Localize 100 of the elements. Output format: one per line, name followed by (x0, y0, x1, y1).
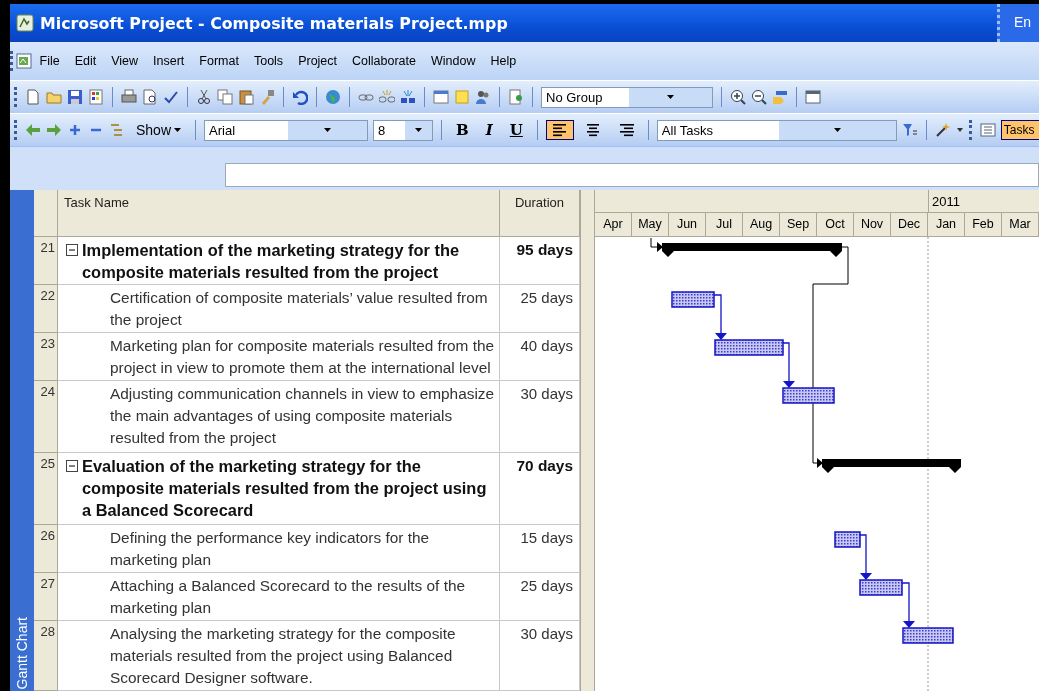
row-number: 24 (40, 384, 55, 399)
task-bar[interactable] (902, 627, 954, 644)
timescale-month: May (638, 217, 662, 231)
broken-link-icon[interactable] (379, 89, 395, 105)
timescale-year: 2011 (931, 193, 960, 211)
timescale-month: Sep (786, 217, 810, 231)
view-bar-label[interactable]: Gantt Chart (14, 616, 30, 691)
document-grid-icon[interactable] (88, 89, 104, 105)
bold-button[interactable]: B (450, 119, 475, 141)
row-number: 23 (40, 336, 55, 351)
tasks-button[interactable]: Tasks (1000, 120, 1039, 140)
menu-item[interactable]: Edit (67, 51, 104, 71)
collapse-icon[interactable] (66, 244, 78, 256)
app-icon[interactable] (16, 14, 34, 32)
underline-button[interactable]: U (503, 119, 529, 141)
zoom-out-icon[interactable] (751, 89, 767, 105)
timescale-month: Jul (716, 217, 732, 231)
left-arrow-icon[interactable] (25, 122, 41, 138)
filter-icon[interactable] (901, 122, 918, 138)
language-button[interactable]: En (996, 4, 1039, 42)
wand-icon[interactable] (934, 122, 951, 138)
duration-cell: 70 days (516, 457, 573, 474)
menu-item[interactable]: Format (191, 51, 247, 71)
task-name: Certification of composite materials’ value resulted from the project (110, 288, 489, 330)
show-button[interactable]: Show (130, 120, 188, 140)
window-icon[interactable] (805, 89, 821, 105)
menu-item[interactable]: Help (482, 51, 524, 71)
duration-cell: 30 days (520, 385, 573, 402)
menu-item[interactable]: Window (423, 51, 483, 71)
undo-icon[interactable] (292, 89, 308, 105)
timescale-month: Dec (897, 217, 921, 231)
right-arrow-icon[interactable] (46, 122, 62, 138)
save-icon[interactable] (67, 89, 83, 105)
column-header[interactable]: Task Name (64, 195, 130, 210)
menu-item[interactable]: View (103, 51, 146, 71)
row-number: 22 (40, 288, 55, 303)
task-name: Defining the performance key indicators for the marketing plan (110, 528, 431, 570)
caret-icon (324, 128, 332, 132)
collapse-icon[interactable] (66, 460, 78, 472)
print-preview-icon[interactable] (142, 89, 158, 105)
zoom-in-icon[interactable] (730, 89, 746, 105)
timescale-month: Oct (825, 217, 845, 231)
split-task-icon[interactable] (400, 89, 416, 105)
new-document-icon[interactable] (25, 89, 41, 105)
duration-cell: 95 days (516, 241, 573, 258)
filter-dropdown[interactable]: All Tasks (656, 119, 897, 141)
link-arrow (901, 582, 915, 628)
info-card-icon[interactable] (433, 89, 449, 105)
caret-icon (667, 95, 674, 99)
window-title: Microsoft Project - Composite materials Project.mpp (40, 13, 509, 33)
link-arrow (713, 294, 727, 340)
paintbrush-icon[interactable] (259, 89, 275, 105)
clipboard-icon[interactable] (238, 89, 254, 105)
menu-item[interactable]: Tools (246, 51, 291, 71)
duration-cell: 15 days (520, 529, 573, 546)
italic-button[interactable]: I (479, 119, 499, 141)
caret-icon (415, 128, 423, 132)
project-document-icon[interactable] (16, 53, 32, 69)
task-name: Implementation of the marketing strategy for the composite materials resulted from the project (82, 240, 461, 283)
link-arrow (859, 534, 872, 580)
scissors-icon[interactable] (196, 89, 212, 105)
timescale-month: Jan (935, 217, 957, 231)
people-icon[interactable] (475, 89, 491, 105)
menu-item[interactable]: Insert (145, 51, 192, 71)
align-left-icon (551, 122, 568, 138)
scroll-to-task-icon[interactable] (772, 89, 788, 105)
caret-icon (174, 128, 182, 132)
duration-cell: 40 days (520, 337, 573, 354)
task-bar[interactable] (859, 579, 903, 596)
task-bar[interactable] (834, 531, 861, 548)
font-dropdown[interactable]: Arial (204, 119, 369, 141)
column-header[interactable]: Duration (514, 195, 565, 210)
task-bar[interactable] (714, 339, 784, 356)
task-bar[interactable] (782, 387, 835, 404)
task-name: Analysing the marketing strategy for the composite materials resulted from the project using Balanced Scorecard Designer software. (110, 624, 457, 688)
checkmark-icon[interactable] (163, 89, 179, 105)
timescale-month: Mar (1009, 217, 1031, 231)
task-name: Adjusting communication channels in view to emphasize the main advantages of using composite materials resulted from the project (110, 384, 495, 448)
row-number: 28 (40, 624, 55, 639)
task-name: Evaluation of the marketing strategy for the composite materials resulted from the project using a Balanced Scorecard (82, 456, 488, 521)
group-dropdown[interactable]: No Group (541, 86, 713, 108)
font-size-dropdown[interactable]: 8 (373, 119, 434, 141)
link-arrow (782, 342, 795, 388)
plus-icon[interactable] (67, 122, 83, 138)
row-number: 21 (40, 240, 55, 255)
list-icon[interactable] (979, 122, 996, 138)
align-left-button[interactable] (545, 120, 574, 140)
menu-item[interactable]: Collaborate (344, 51, 424, 71)
row-number: 26 (40, 528, 55, 543)
menu-item[interactable]: Project (290, 51, 345, 71)
printer-icon[interactable] (121, 89, 137, 105)
copy-icon[interactable] (217, 89, 233, 105)
duration-cell: 25 days (520, 289, 573, 306)
document-people-icon[interactable] (508, 89, 524, 105)
menu-item[interactable]: File (32, 51, 68, 71)
entry-field[interactable] (225, 163, 1039, 187)
align-center-icon (584, 122, 601, 138)
globe-icon[interactable] (325, 89, 341, 105)
row-number: 25 (40, 456, 55, 471)
task-bar[interactable] (671, 291, 715, 308)
